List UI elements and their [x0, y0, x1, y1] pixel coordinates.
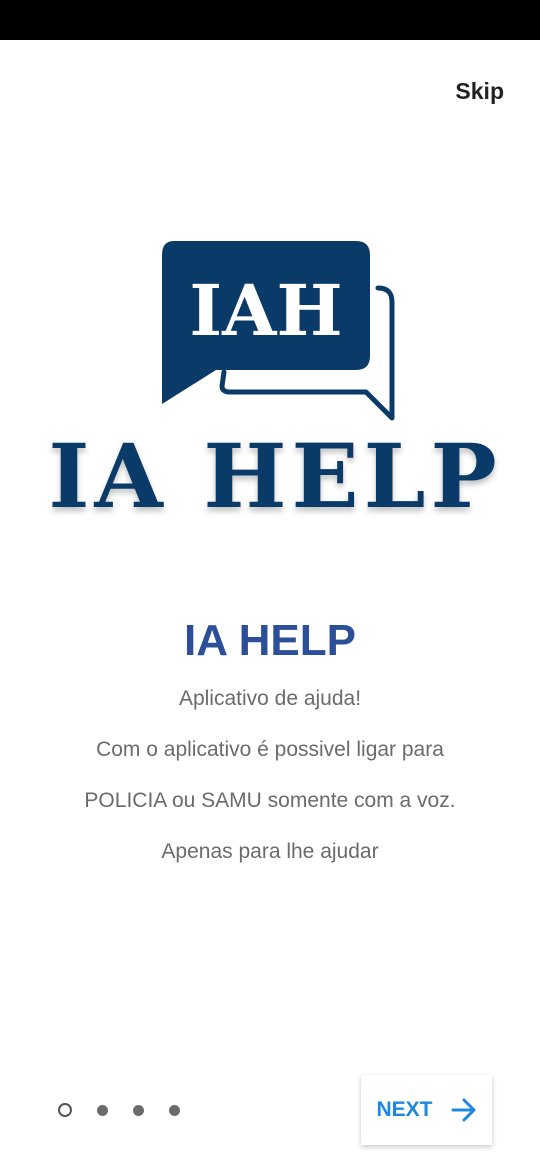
description-line-4: Apenas para lhe ajudar — [161, 840, 379, 863]
page-dot — [97, 1104, 108, 1116]
logo-badge-text: IAH — [189, 269, 342, 352]
page-dot-active — [58, 1103, 72, 1117]
onboarding-screen: Skip IAH IA HELP IA HELP Aplicativo de a… — [0, 0, 540, 1170]
chat-bubbles-icon: IAH — [162, 241, 395, 421]
logo-wordmark: IA HELP — [48, 424, 502, 528]
page-dot — [169, 1104, 180, 1116]
next-button[interactable]: NEXT — [361, 1075, 492, 1145]
description-line-3: POLICIA ou SAMU somente com a voz. — [84, 789, 456, 812]
arrow-right-icon — [451, 1098, 475, 1122]
status-bar — [0, 0, 540, 40]
page-dot — [133, 1104, 144, 1116]
description-line-1: Aplicativo de ajuda! — [178, 687, 362, 710]
app-logo: IAH IA HELP — [40, 236, 510, 536]
description-line-2: Com o aplicativo é possivel ligar para — [96, 738, 444, 761]
skip-button[interactable]: Skip — [455, 78, 504, 105]
page-indicator — [58, 1102, 205, 1118]
page-title: IA HELP — [184, 616, 356, 665]
next-button-label: NEXT — [376, 1098, 433, 1121]
